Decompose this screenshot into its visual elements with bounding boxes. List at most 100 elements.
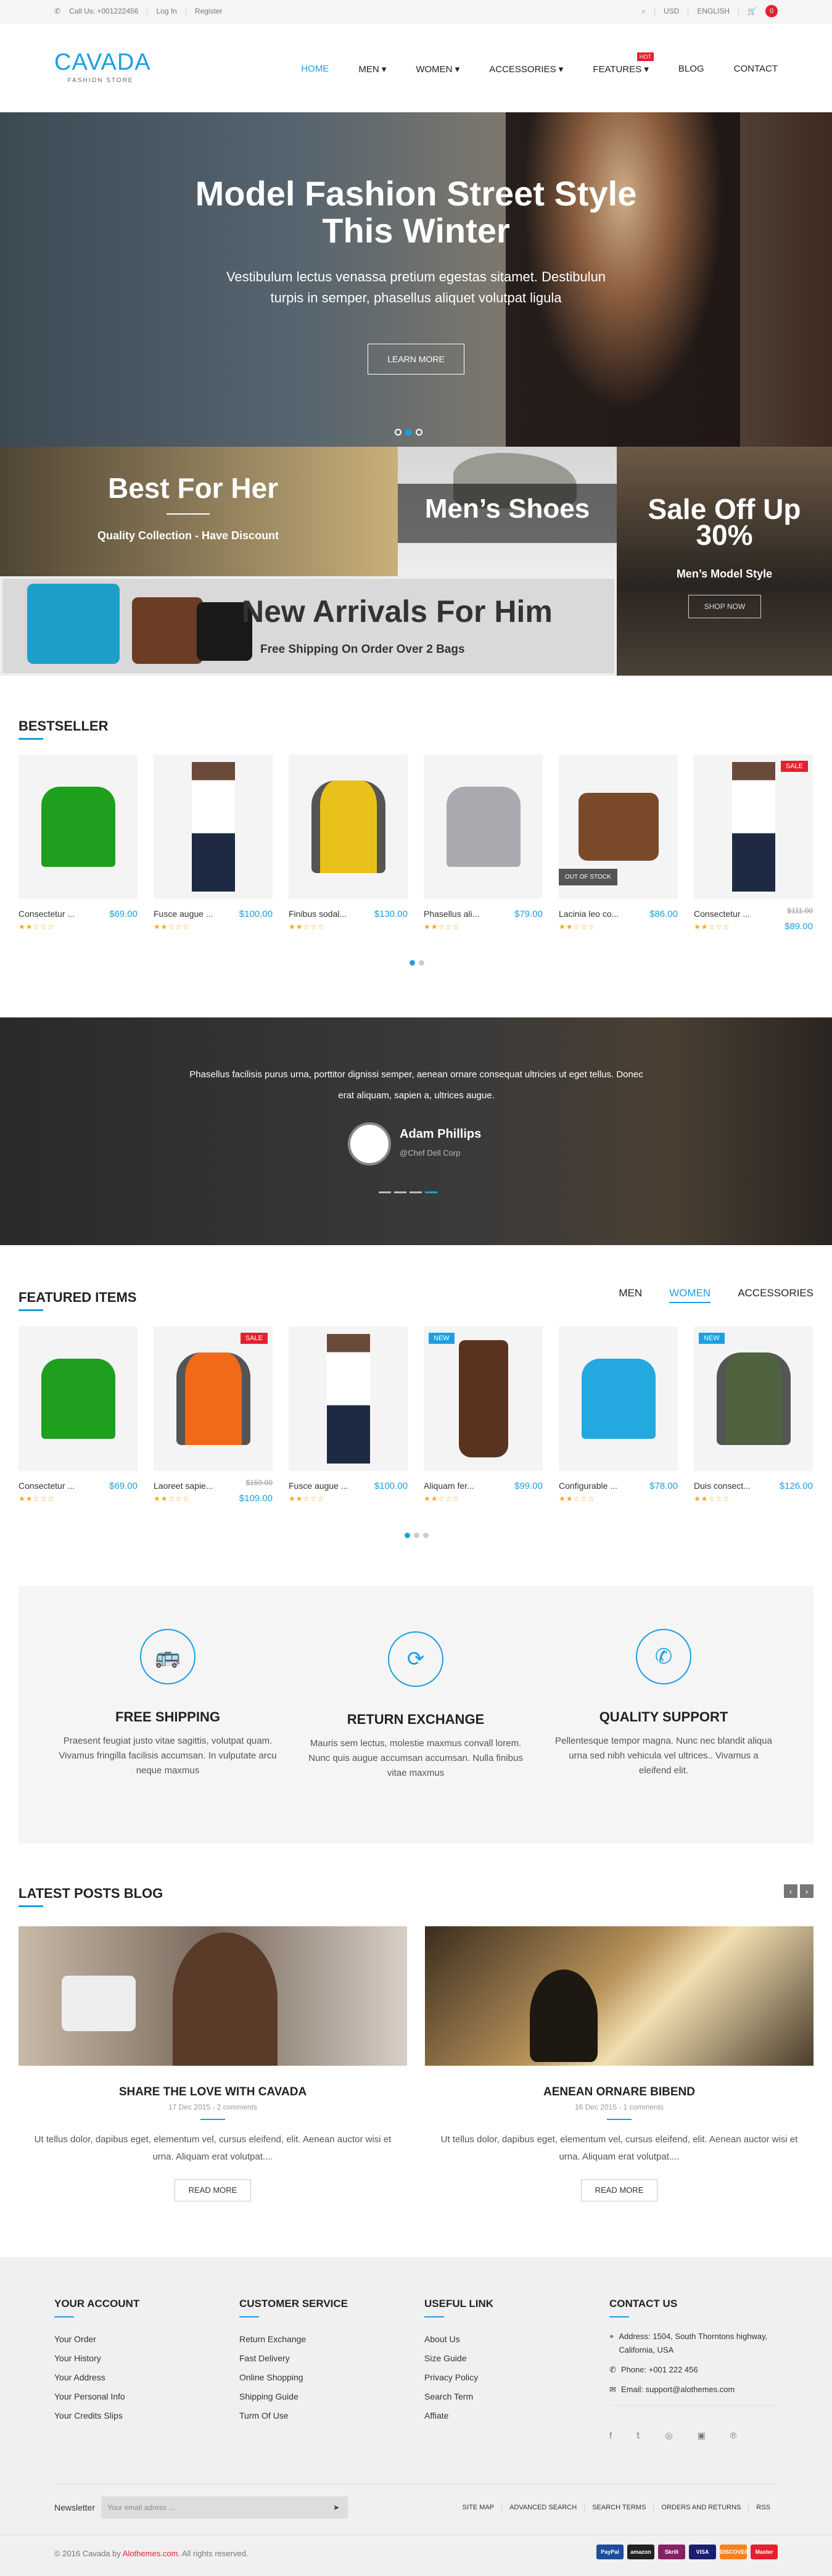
product-card[interactable]: NEW Duis consect... $126.00 ★★☆☆☆ <box>694 1327 813 1503</box>
product-image[interactable] <box>19 1327 138 1471</box>
product-card[interactable]: Finibus sodal... $130.00 ★★☆☆☆ <box>289 755 408 931</box>
footer-bottom-link[interactable]: RSS <box>756 2504 778 2511</box>
product-name[interactable]: Lacinia leo co... <box>559 909 619 919</box>
send-icon[interactable]: ➤ <box>333 2496 339 2519</box>
nav-men[interactable]: MEN ▾ <box>358 64 386 75</box>
product-card[interactable]: Configurable ... $78.00 ★★☆☆☆ <box>559 1327 678 1503</box>
footer-link[interactable]: Fast Delivery <box>239 2349 348 2368</box>
language-select[interactable]: ENGLISH <box>697 7 730 15</box>
nav-accessories[interactable]: ACCESSORIES ▾ <box>489 64 563 75</box>
banner-best-for-her[interactable]: Best For Her Quality Collection - Have D… <box>0 447 398 576</box>
product-card[interactable]: SALE Consectetur ... $111.00 $89.00 ★★☆☆☆ <box>694 755 813 932</box>
dribbble-icon[interactable]: ◎ <box>665 2430 672 2441</box>
footer-bottom-link[interactable]: ADVANCED SEARCH <box>509 2504 585 2511</box>
product-image[interactable]: NEW <box>424 1327 543 1471</box>
facebook-icon[interactable]: f <box>609 2430 612 2441</box>
banner-new-arrivals[interactable]: New Arrivals For Him Free Shipping On Or… <box>0 576 617 676</box>
nav-home[interactable]: HOME <box>301 64 329 75</box>
product-name[interactable]: Laoreet sapie... <box>154 1481 213 1491</box>
footer-link[interactable]: Online Shopping <box>239 2368 348 2387</box>
product-image[interactable]: SALE <box>154 1327 273 1471</box>
product-card[interactable]: Phasellus ali... $79.00 ★★☆☆☆ <box>424 755 543 931</box>
product-name[interactable]: Consectetur ... <box>19 909 75 919</box>
slider-dot[interactable] <box>395 429 402 436</box>
product-image[interactable]: NEW <box>694 1327 813 1471</box>
pager-bar[interactable] <box>425 1191 437 1193</box>
footer-link[interactable]: Privacy Policy <box>424 2368 493 2387</box>
footer-link[interactable]: Shipping Guide <box>239 2387 348 2406</box>
logo[interactable]: CAVADA FASHION STORE <box>54 49 150 84</box>
pager-dot[interactable] <box>405 1533 410 1538</box>
tab-accessories[interactable]: ACCESSORIES <box>738 1287 813 1303</box>
product-name[interactable]: Fusce augue ... <box>289 1481 348 1491</box>
footer-link[interactable]: Your Credits Slips <box>54 2406 139 2425</box>
product-image[interactable] <box>559 1327 678 1471</box>
product-name[interactable]: Finibus sodal... <box>289 909 347 919</box>
newsletter-email-input[interactable]: Your email adress ... ➤ <box>101 2496 348 2519</box>
footer-link[interactable]: Return Exchange <box>239 2330 348 2349</box>
pager-dot[interactable] <box>419 960 424 966</box>
register-link[interactable]: Register <box>195 7 223 15</box>
footer-bottom-link[interactable]: ORDERS AND RETURNS <box>661 2504 749 2511</box>
footer-link[interactable]: Search Term <box>424 2387 493 2406</box>
pinterest-icon[interactable]: ℗ <box>730 2430 736 2441</box>
blog-post-title[interactable]: AENEAN ORNARE BIBEND <box>425 2085 813 2099</box>
product-card[interactable]: OUT OF STOCK Lacinia leo co... $86.00 ★★☆☆☆ <box>559 755 678 931</box>
product-card[interactable]: SALE Laoreet sapie... $159.00 $109.00 ★★☆☆☆ <box>154 1327 273 1504</box>
blog-post-title[interactable]: SHARE THE LOVE WITH CAVADA <box>19 2085 407 2099</box>
product-image[interactable] <box>154 755 273 899</box>
read-more-button[interactable]: READ MORE <box>175 2179 251 2201</box>
product-image[interactable]: OUT OF STOCK <box>559 755 678 899</box>
footer-link[interactable]: Your Order <box>54 2330 139 2349</box>
footer-link[interactable]: Your Address <box>54 2368 139 2387</box>
product-card[interactable]: Fusce augue ... $100.00 ★★☆☆☆ <box>154 755 273 931</box>
product-card[interactable]: Consectetur ... $69.00 ★★☆☆☆ <box>19 755 138 931</box>
next-arrow-icon[interactable]: › <box>800 1884 813 1898</box>
product-name[interactable]: Consectetur ... <box>19 1481 75 1491</box>
slider-dot[interactable] <box>405 429 412 436</box>
cart-count-badge[interactable]: 0 <box>765 5 778 17</box>
footer-link[interactable]: Your Personal Info <box>54 2387 139 2406</box>
product-card[interactable]: Fusce augue ... $100.00 ★★☆☆☆ <box>289 1327 408 1503</box>
product-image[interactable]: SALE <box>694 755 813 899</box>
login-link[interactable]: Log In <box>156 7 176 15</box>
banner-mens-shoes[interactable]: Men’s Shoes <box>398 447 617 576</box>
footer-bottom-link[interactable]: SITE MAP <box>463 2504 502 2511</box>
nav-features[interactable]: FEATURES ▾ HOT <box>593 52 654 75</box>
twitter-icon[interactable]: 𝕥 <box>636 2430 641 2441</box>
shop-now-button[interactable]: SHOP NOW <box>688 595 761 618</box>
product-name[interactable]: Consectetur ... <box>694 909 750 919</box>
pager-dot[interactable] <box>423 1533 429 1538</box>
product-card[interactable]: NEW Aliquam fer... $99.00 ★★☆☆☆ <box>424 1327 543 1503</box>
product-image[interactable] <box>289 755 408 899</box>
banner-sale-off[interactable]: Sale Off Up 30% Men’s Model Style SHOP NO… <box>617 447 832 676</box>
nav-contact[interactable]: CONTACT <box>734 64 778 75</box>
pager-dot[interactable] <box>414 1533 419 1538</box>
read-more-button[interactable]: READ MORE <box>581 2179 657 2201</box>
product-name[interactable]: Configurable ... <box>559 1481 617 1491</box>
product-name[interactable]: Duis consect... <box>694 1481 751 1491</box>
blog-image[interactable] <box>425 1926 813 2066</box>
pager-bar[interactable] <box>379 1191 391 1193</box>
footer-link[interactable]: Your History <box>54 2349 139 2368</box>
product-name[interactable]: Phasellus ali... <box>424 909 479 919</box>
footer-link[interactable]: Affiate <box>424 2406 493 2425</box>
pager-dot[interactable] <box>410 960 415 966</box>
hero-slider[interactable]: Model Fashion Street Style This Winter Ve… <box>0 112 832 447</box>
product-image[interactable] <box>424 755 543 899</box>
tab-women[interactable]: WOMEN <box>669 1287 711 1303</box>
footer-bottom-link[interactable]: SEARCH TERMS <box>592 2504 654 2511</box>
instagram-icon[interactable]: ▣ <box>698 2430 706 2441</box>
learn-more-button[interactable]: LEARN MORE <box>368 344 464 375</box>
pager-bar[interactable] <box>394 1191 406 1193</box>
product-name[interactable]: Fusce augue ... <box>154 909 213 919</box>
nav-women[interactable]: WOMEN ▾ <box>416 64 459 75</box>
footer-link[interactable]: Turm Of Use <box>239 2406 348 2425</box>
footer-link[interactable]: Size Guide <box>424 2349 493 2368</box>
product-image[interactable] <box>289 1327 408 1471</box>
prev-arrow-icon[interactable]: ‹ <box>784 1884 797 1898</box>
contact-email[interactable]: ✉ Email: support@alothemes.com <box>609 2383 776 2396</box>
slider-dot[interactable] <box>416 429 422 436</box>
product-image[interactable] <box>19 755 138 899</box>
nav-blog[interactable]: BLOG <box>678 64 704 75</box>
